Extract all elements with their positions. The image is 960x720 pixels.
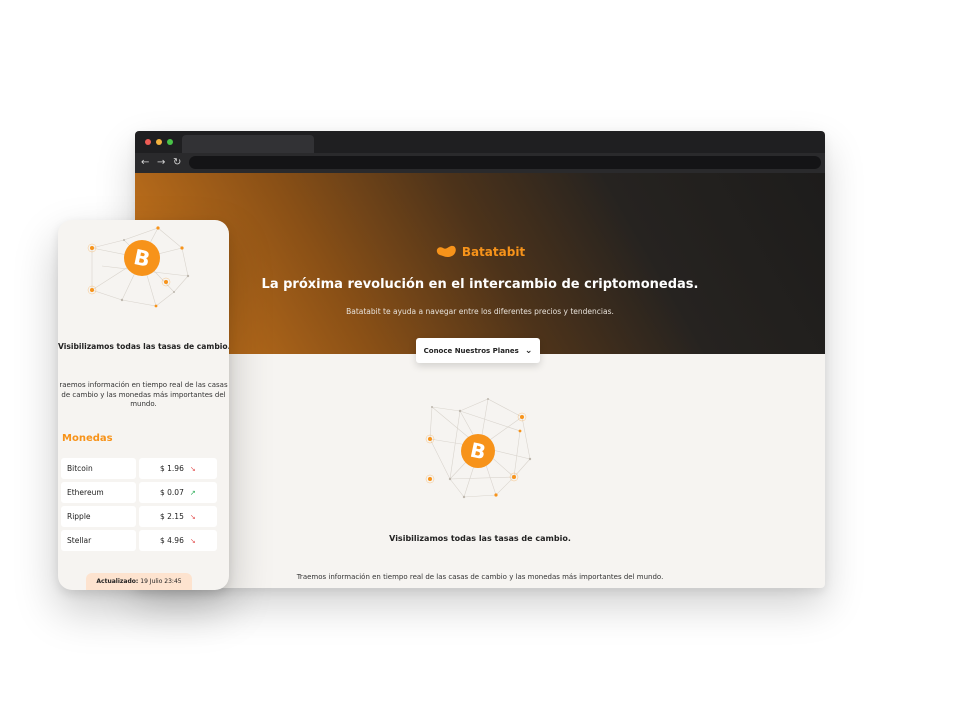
browser-chrome: ← → ↻	[135, 131, 825, 173]
bitcoin-icon: B	[124, 240, 160, 276]
plans-button[interactable]: Conoce Nuestros Planes ⌄	[416, 338, 540, 363]
coin-price-cell: $ 4.96 ↘	[139, 530, 217, 551]
exchange-network-illustration-mobile: B	[87, 226, 190, 308]
close-window-icon[interactable]	[145, 139, 151, 145]
trend-down-icon: ↘	[189, 512, 196, 521]
table-row[interactable]: Bitcoin $ 1.96 ↘	[61, 458, 221, 479]
desktop-browser-mockup: ← → ↻ Batatabit La próxima revolución en…	[135, 131, 825, 588]
trend-down-icon: ↘	[189, 464, 196, 473]
trend-down-icon: ↘	[189, 536, 196, 545]
table-row[interactable]: Stellar $ 4.96 ↘	[61, 530, 221, 551]
updated-badge: Actualizado: 19 Julio 23:45	[86, 573, 192, 590]
browser-tab[interactable]	[182, 135, 314, 153]
coins-section-title: Monedas	[62, 433, 113, 444]
minimize-window-icon[interactable]	[156, 139, 162, 145]
updated-label: Actualizado:	[96, 578, 139, 585]
hero-subtitle: Batatabit te ayuda a navegar entre los d…	[346, 307, 614, 316]
coin-rates-table: Bitcoin $ 1.96 ↘ Ethereum $ 0.07 ↗ Rippl…	[61, 458, 221, 554]
coin-price: $ 1.96	[160, 464, 184, 473]
brand-logo[interactable]: Batatabit	[135, 243, 825, 263]
chevron-down-icon: ⌄	[524, 345, 533, 356]
rates-headline: Visibilizamos todas las tasas de cambio.	[389, 534, 571, 543]
mobile-mockup: B Visibilizamos todas las tasas de cambi…	[58, 220, 229, 590]
rates-paragraph-mobile: raemos información en tiempo real de las…	[59, 381, 228, 408]
table-row[interactable]: Ripple $ 2.15 ↘	[61, 506, 221, 527]
exchange-network-illustration: B	[425, 398, 532, 499]
reload-icon[interactable]: ↻	[173, 155, 181, 171]
coin-price-cell: $ 1.96 ↘	[139, 458, 217, 479]
coin-price: $ 4.96	[160, 536, 184, 545]
updated-value: 19 Julio 23:45	[140, 578, 182, 585]
coin-name: Bitcoin	[61, 458, 136, 479]
coin-price-cell: $ 2.15 ↘	[139, 506, 217, 527]
back-arrow-icon[interactable]: ←	[141, 155, 149, 171]
plans-button-label: Conoce Nuestros Planes	[423, 346, 519, 355]
coin-name: Ethereum	[61, 482, 136, 503]
batatabit-logo-icon	[436, 245, 456, 257]
address-bar[interactable]	[189, 156, 821, 169]
coin-price: $ 0.07	[160, 488, 184, 497]
coin-price: $ 2.15	[160, 512, 184, 521]
brand-name: Batatabit	[461, 244, 526, 259]
rates-headline-mobile: Visibilizamos todas las tasas de cambio.	[58, 342, 229, 351]
coin-price-cell: $ 0.07 ↗	[139, 482, 217, 503]
hero-title: La próxima revolución en el intercambio …	[261, 277, 699, 292]
hero-section: Batatabit La próxima revolución en el in…	[135, 173, 825, 354]
coin-name: Ripple	[61, 506, 136, 527]
maximize-window-icon[interactable]	[167, 139, 173, 145]
bitcoin-icon: B	[461, 434, 495, 468]
table-row[interactable]: Ethereum $ 0.07 ↗	[61, 482, 221, 503]
forward-arrow-icon[interactable]: →	[157, 155, 165, 171]
coin-name: Stellar	[61, 530, 136, 551]
rates-paragraph: Traemos información en tiempo real de la…	[296, 573, 664, 581]
trend-up-icon: ↗	[189, 488, 196, 497]
browser-toolbar: ← → ↻	[135, 153, 825, 173]
